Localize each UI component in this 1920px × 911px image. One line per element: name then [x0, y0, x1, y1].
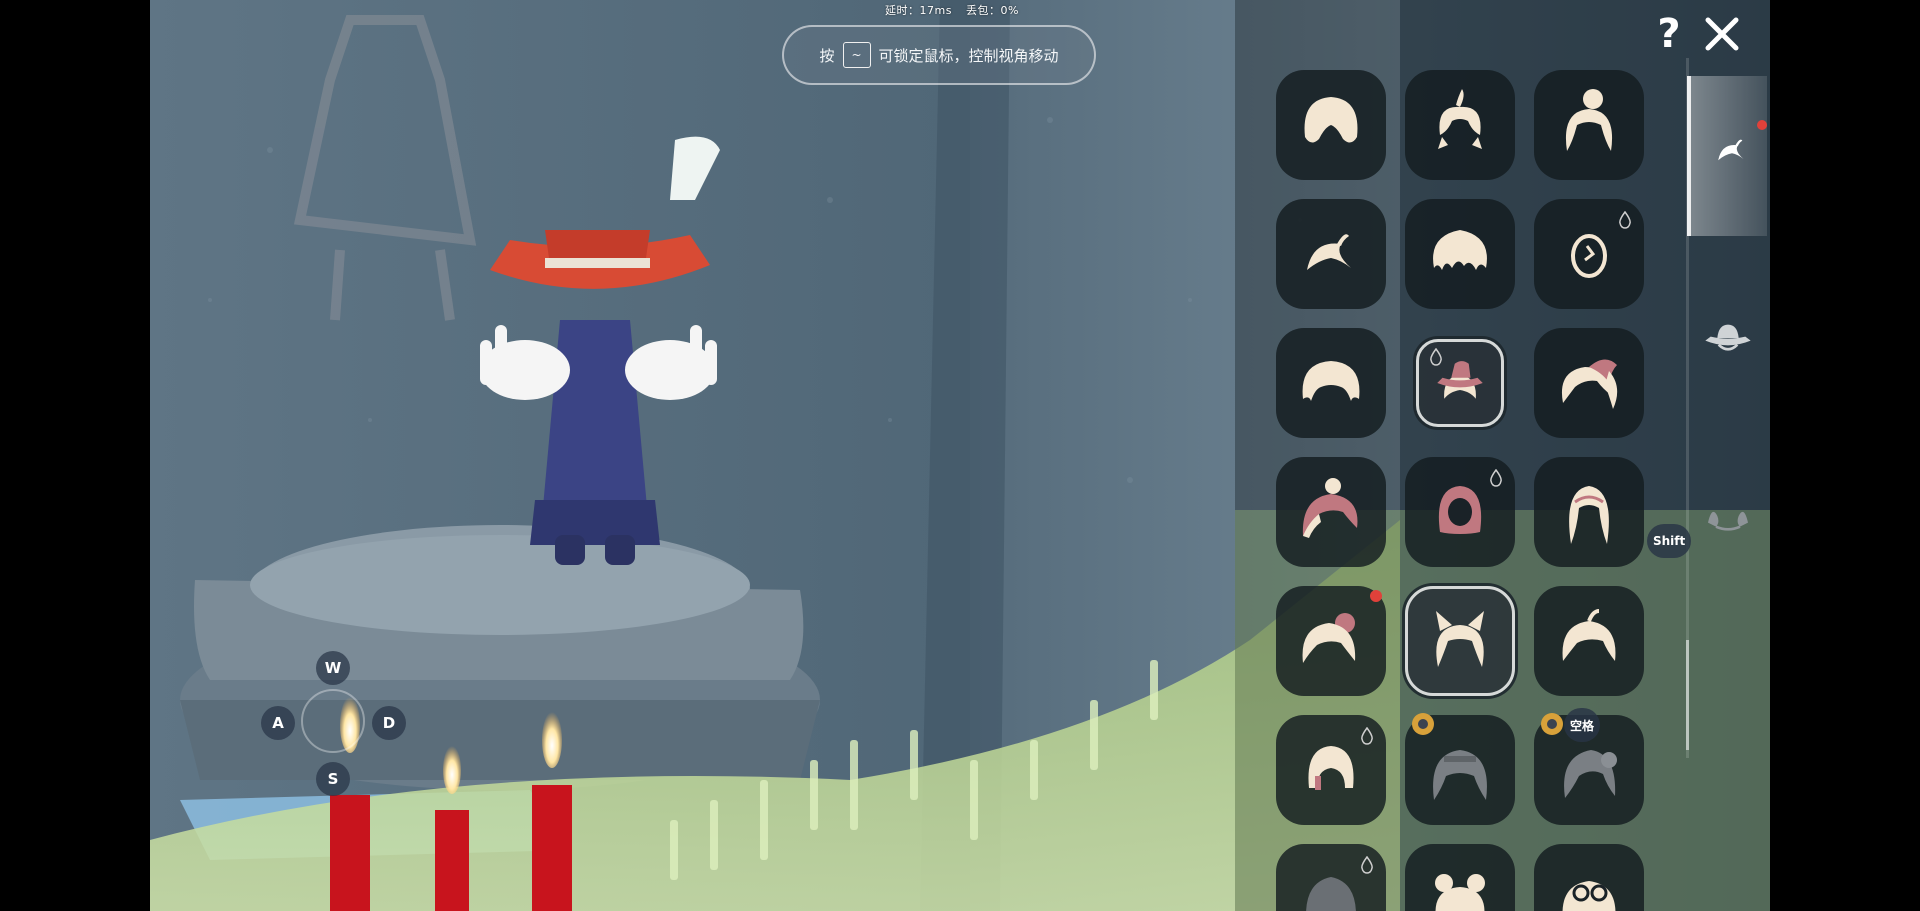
- hair-slot-13[interactable]: [1276, 586, 1386, 696]
- goggle-hair-icon: [1562, 881, 1616, 911]
- key-s-button[interactable]: S: [316, 762, 350, 796]
- season-gear-icon: [1541, 713, 1563, 735]
- hair-slot-12[interactable]: [1534, 457, 1644, 567]
- hair-slot-17[interactable]: [1405, 713, 1515, 825]
- bob-hair-icon: [1304, 97, 1358, 143]
- hood-hair-icon: [1438, 486, 1482, 534]
- long-hair-icon: [1569, 486, 1609, 544]
- locked-braid-hair-icon: [1433, 750, 1487, 800]
- ponytail-hair-icon: [1438, 89, 1482, 149]
- twin-bun-hair-icon: [1435, 874, 1485, 911]
- hair-icon: [1718, 139, 1744, 161]
- horn-icon: [1708, 511, 1748, 531]
- close-icon[interactable]: [1702, 14, 1742, 54]
- candle-drop-icon: [1490, 469, 1502, 487]
- candle-drop-icon: [1361, 727, 1373, 745]
- hair-slot-20[interactable]: [1405, 844, 1515, 911]
- tab-notification-dot: [1757, 120, 1767, 130]
- key-a-button[interactable]: A: [261, 706, 295, 740]
- tab-scrollbar-thumb[interactable]: [1686, 640, 1689, 750]
- hair-slot-6[interactable]: [1534, 199, 1644, 309]
- candle-drop-icon: [1619, 211, 1631, 229]
- messy-hair-icon: [1433, 230, 1487, 270]
- camera-lock-hint: 按 ~ 可锁定鼠标，控制视角移动: [782, 25, 1096, 85]
- hair-slot-16[interactable]: [1276, 715, 1386, 825]
- key-d-button[interactable]: D: [372, 706, 406, 740]
- pink-bun-hair-icon: [1302, 478, 1358, 538]
- network-stats: 延时：17ms 丢包：0%: [885, 2, 1019, 18]
- hair-slot-9[interactable]: [1534, 328, 1644, 438]
- movement-joystick[interactable]: [301, 689, 365, 753]
- hair-slot-21[interactable]: [1534, 844, 1644, 911]
- tab-horn[interactable]: [1687, 440, 1767, 600]
- hint-prefix: 按: [819, 46, 835, 65]
- hair-slot-10[interactable]: [1276, 457, 1386, 567]
- hair-slot-3[interactable]: [1534, 70, 1644, 180]
- candle-drop-icon: [1430, 348, 1442, 366]
- hair-slot-7[interactable]: [1276, 328, 1386, 438]
- short-hair-icon: [1302, 361, 1360, 401]
- hair-slot-2[interactable]: [1405, 70, 1515, 180]
- bun-hair-icon: [1565, 89, 1613, 151]
- tilde-key: ~: [842, 42, 871, 68]
- hair-slot-8[interactable]: [1416, 339, 1504, 427]
- flower-bun-hair-icon: [1302, 613, 1356, 663]
- locked-wild-hair-icon: [1564, 750, 1617, 798]
- side-ponytail-hair-icon: [1562, 609, 1616, 661]
- swoop-hair-icon: [1307, 234, 1351, 270]
- hair-slot-1[interactable]: [1276, 70, 1386, 180]
- cat-ear-hair-icon: [1436, 611, 1484, 667]
- hat-icon: [1705, 324, 1751, 351]
- hair-slot-5[interactable]: [1405, 199, 1515, 309]
- hair-slot-14[interactable]: [1405, 586, 1515, 696]
- hair-slot-4[interactable]: [1276, 199, 1386, 309]
- hair-slot-11[interactable]: [1405, 457, 1515, 567]
- candle-drop-icon: [1361, 856, 1373, 874]
- game-viewport[interactable]: 延时：17ms 丢包：0% 按 ~ 可锁定鼠标，控制视角移动 W A D S ?: [150, 0, 1770, 911]
- key-w-button[interactable]: W: [316, 651, 350, 685]
- egg-hair-icon: [1571, 234, 1607, 278]
- space-key-hint: 空格: [1564, 708, 1601, 742]
- new-item-dot: [1370, 590, 1382, 602]
- locked-dark-hair-icon: [1306, 877, 1356, 911]
- hair-slot-19[interactable]: [1276, 844, 1386, 911]
- latency-label: 延时：17ms: [885, 4, 952, 17]
- shift-key-hint: Shift: [1647, 524, 1692, 558]
- tab-hat[interactable]: [1687, 260, 1767, 420]
- game-scene: [150, 0, 1770, 911]
- hair-slot-15[interactable]: [1534, 586, 1644, 696]
- pink-ponytail-hair-icon: [1561, 359, 1618, 409]
- season-gear-icon: [1412, 713, 1434, 735]
- hint-text: 可锁定鼠标，控制视角移动: [878, 46, 1059, 65]
- help-button[interactable]: ?: [1651, 11, 1687, 57]
- helmet-hair-icon: [1308, 746, 1354, 790]
- tab-hair[interactable]: [1687, 76, 1767, 236]
- packet-loss-label: 丢包：0%: [965, 4, 1019, 17]
